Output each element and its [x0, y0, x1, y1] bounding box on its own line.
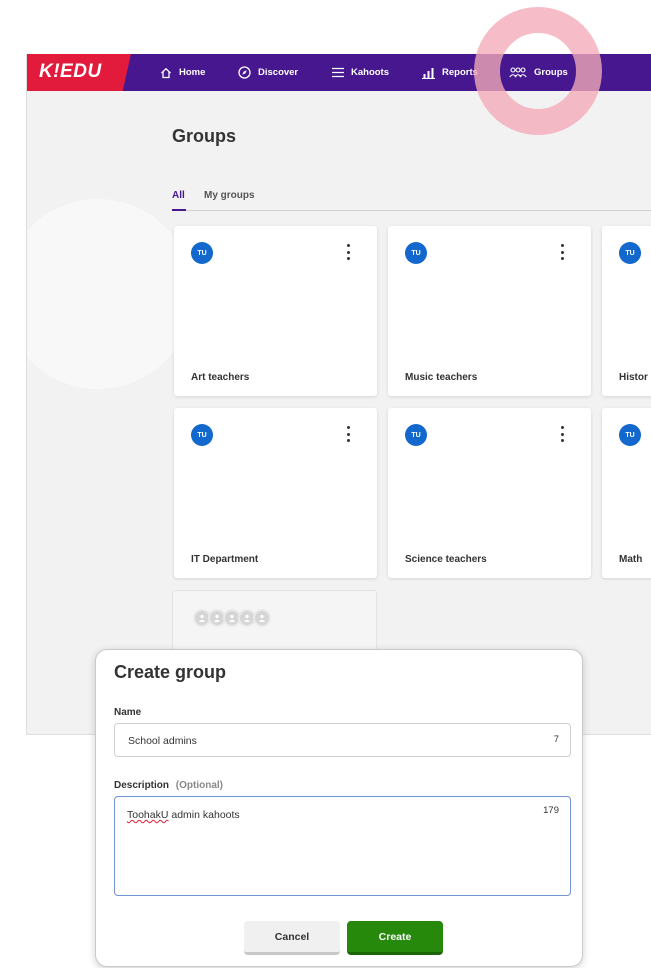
nav-discover-label: Discover — [258, 67, 299, 78]
cancel-button[interactable]: Cancel — [244, 921, 340, 955]
group-name-value: School admins — [128, 735, 197, 747]
description-label: Description (Optional) — [114, 780, 223, 791]
description-textarea[interactable]: ToohakU admin kahoots 179 — [114, 796, 571, 896]
description-label-text: Description — [114, 780, 170, 791]
group-card-art-teachers[interactable]: TU Art teachers — [174, 226, 377, 396]
group-card-it-department[interactable]: TU IT Department — [174, 408, 377, 578]
group-avatar: TU — [405, 242, 427, 264]
group-name: Histor — [619, 372, 648, 383]
group-name: Music teachers — [405, 372, 478, 383]
description-char-counter: 179 — [543, 805, 559, 816]
nav-kahoots[interactable]: Kahoots — [332, 54, 389, 91]
create-group-dialog: Create group Name School admins 7 Descri… — [95, 649, 583, 967]
bar-chart-icon — [422, 67, 435, 79]
nav-reports-label: Reports — [442, 67, 478, 78]
more-options-icon[interactable] — [345, 244, 351, 260]
tab-all-label: All — [172, 190, 185, 201]
decorative-circle — [27, 199, 193, 389]
list-icon — [332, 67, 344, 78]
more-options-icon[interactable] — [559, 244, 565, 260]
brand-logo[interactable]: K!EDU — [27, 54, 131, 91]
compass-icon — [238, 66, 251, 79]
group-name: Art teachers — [191, 372, 250, 383]
app-window: K!EDU Home Discover Kahoots Reports Grou… — [26, 54, 651, 735]
description-value-rest: admin kahoots — [168, 809, 240, 821]
active-tab-indicator — [172, 209, 186, 211]
group-avatar: TU — [619, 242, 641, 264]
more-options-icon[interactable] — [559, 426, 565, 442]
group-card-history[interactable]: TU Histor — [602, 226, 651, 396]
optional-hint: (Optional) — [175, 780, 224, 791]
group-name-input[interactable]: School admins 7 — [114, 723, 571, 757]
nav-reports[interactable]: Reports — [422, 54, 478, 91]
group-card-music-teachers[interactable]: TU Music teachers — [388, 226, 591, 396]
group-avatar: TU — [619, 424, 641, 446]
group-card-math[interactable]: TU Math — [602, 408, 651, 578]
more-options-icon[interactable] — [345, 426, 351, 442]
placeholder-avatars — [193, 609, 271, 627]
highlight-ring — [474, 7, 602, 135]
group-avatar: TU — [405, 424, 427, 446]
description-value: ToohakU admin kahoots — [127, 809, 240, 821]
name-char-counter: 7 — [553, 734, 559, 745]
page-title: Groups — [172, 126, 237, 146]
person-icon — [253, 609, 271, 627]
logo-text: K!EDU — [39, 61, 102, 82]
group-name: IT Department — [191, 554, 259, 565]
group-name: Math — [619, 554, 643, 565]
tab-my-groups[interactable]: My groups — [204, 190, 255, 201]
name-label: Name — [114, 707, 142, 718]
misspelled-word: ToohakU — [127, 809, 169, 821]
dialog-title: Create group — [114, 662, 227, 682]
group-avatar: TU — [191, 424, 213, 446]
tab-all[interactable]: All — [172, 190, 185, 201]
group-name: Science teachers — [405, 554, 487, 565]
nav-discover[interactable]: Discover — [238, 54, 298, 91]
home-icon — [161, 67, 171, 78]
group-card-science-teachers[interactable]: TU Science teachers — [388, 408, 591, 578]
create-button[interactable]: Create — [347, 921, 443, 955]
group-tabs: All My groups — [172, 187, 651, 211]
nav-home-label: Home — [179, 67, 206, 78]
nav-kahoots-label: Kahoots — [351, 67, 389, 78]
group-avatar: TU — [191, 242, 213, 264]
tab-my-groups-label: My groups — [204, 190, 255, 201]
nav-home[interactable]: Home — [160, 54, 205, 91]
